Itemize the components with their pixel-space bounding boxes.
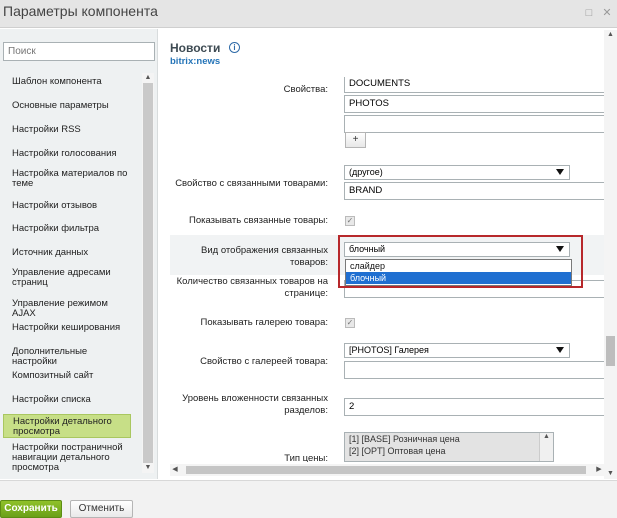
- price-types-scrollbar[interactable]: ▲: [539, 433, 553, 461]
- gallery-prop-input[interactable]: [344, 361, 606, 379]
- related-prop-select[interactable]: (другое): [344, 165, 570, 180]
- sidebar-item-detail[interactable]: Настройки детального просмотра: [3, 414, 131, 438]
- related-view-dropdown[interactable]: слайдер блочный: [345, 259, 572, 286]
- properties-label: Свойства:: [283, 84, 328, 95]
- scroll-down-arrow-icon[interactable]: ▼: [142, 463, 154, 473]
- sidebar-list: Шаблон компонента Основные параметры Нас…: [3, 73, 141, 473]
- related-view-label: Вид отображения связанных товаров:: [201, 245, 328, 268]
- gallery-prop-label: Свойство с галереей товара:: [200, 356, 328, 367]
- sidebar-item-additional[interactable]: Дополнительные настройки: [3, 347, 131, 367]
- properties-field-3[interactable]: [344, 115, 606, 133]
- save-button[interactable]: Сохранить: [0, 500, 62, 518]
- sidebar-item-reviews[interactable]: Настройки отзывов: [3, 201, 131, 211]
- depth-input[interactable]: 2: [344, 398, 606, 416]
- sidebar-item-main-params[interactable]: Основные параметры: [3, 101, 131, 111]
- show-gallery-checkbox[interactable]: ✓: [345, 318, 355, 328]
- horizontal-scroll-thumb[interactable]: [186, 466, 586, 474]
- related-count-label: Количество связанных товаров на странице…: [176, 276, 328, 299]
- sidebar-item-voting[interactable]: Настройки голосования: [3, 149, 131, 159]
- sidebar-item-detail-pagination[interactable]: Настройки постраничной навигации детальн…: [3, 443, 131, 473]
- related-prop-select-value: (другое): [349, 167, 383, 177]
- horizontal-scrollbar[interactable]: ◀ ▶: [170, 464, 604, 476]
- sidebar-item-related-materials[interactable]: Настройка материалов по теме: [3, 169, 131, 189]
- price-types-select[interactable]: [1] [BASE] Розничная цена [2] [OPT] Опто…: [344, 432, 554, 462]
- show-related-label: Показывать связанные товары:: [188, 215, 328, 226]
- depth-label: Уровень вложенности связанных разделов:: [182, 393, 328, 416]
- price-type-option[interactable]: [1] [BASE] Розничная цена: [345, 433, 553, 445]
- sidebar-item-template[interactable]: Шаблон компонента: [3, 77, 131, 87]
- info-icon[interactable]: i: [229, 42, 240, 53]
- add-property-button[interactable]: +: [345, 132, 366, 148]
- dropdown-option-block[interactable]: блочный: [346, 272, 571, 284]
- chevron-down-icon: [556, 347, 564, 353]
- sidebar-item-composite[interactable]: Композитный сайт: [3, 371, 131, 381]
- show-related-checkbox[interactable]: ✓: [345, 216, 355, 226]
- gallery-prop-select[interactable]: [PHOTOS] Галерея: [344, 343, 570, 358]
- sidebar-item-filter[interactable]: Настройки фильтра: [3, 224, 131, 234]
- sidebar-item-rss[interactable]: Настройки RSS: [3, 125, 131, 135]
- sidebar-scroll-thumb[interactable]: [143, 83, 153, 463]
- dialog-footer: Сохранить Отменить: [0, 480, 617, 518]
- sidebar-item-cache[interactable]: Настройки кеширования: [3, 323, 131, 333]
- component-code: bitrix:news: [170, 56, 221, 67]
- search-field[interactable]: [3, 42, 155, 61]
- chevron-down-icon: [556, 169, 564, 175]
- sidebar-scrollbar[interactable]: ▲ ▼: [142, 73, 154, 473]
- scroll-right-arrow-icon[interactable]: ▶: [594, 464, 604, 476]
- maximize-icon[interactable]: □: [583, 7, 595, 19]
- related-prop-input[interactable]: BRAND: [344, 182, 606, 200]
- window-titlebar: Параметры компонента □ ✕: [0, 0, 617, 28]
- sidebar: Шаблон компонента Основные параметры Нас…: [0, 29, 158, 479]
- main-scrollbar[interactable]: ▲ ▼: [604, 30, 617, 479]
- scroll-left-arrow-icon[interactable]: ◀: [170, 464, 180, 476]
- related-prop-label: Свойство с связанными товарами:: [175, 178, 328, 189]
- cancel-button[interactable]: Отменить: [70, 500, 133, 518]
- window-title: Параметры компонента: [3, 3, 158, 19]
- component-title: Новости: [170, 41, 221, 55]
- price-type-option[interactable]: [2] [OPT] Оптовая цена: [345, 445, 553, 457]
- scroll-up-arrow-icon[interactable]: ▲: [604, 30, 617, 40]
- scroll-up-arrow-icon[interactable]: ▲: [142, 73, 154, 83]
- close-icon[interactable]: ✕: [601, 7, 613, 19]
- main-scroll-thumb[interactable]: [606, 336, 615, 366]
- properties-field-2[interactable]: PHOTOS: [344, 95, 606, 113]
- sidebar-item-url-management[interactable]: Управление адресами страниц: [3, 268, 131, 288]
- price-types-label: Тип цены:: [284, 453, 328, 462]
- gallery-prop-select-value: [PHOTOS] Галерея: [349, 345, 429, 355]
- sidebar-item-ajax[interactable]: Управление режимом AJAX: [3, 299, 131, 319]
- scroll-down-arrow-icon[interactable]: ▼: [604, 469, 617, 479]
- sidebar-item-data-source[interactable]: Источник данных: [3, 248, 131, 258]
- properties-field-1[interactable]: DOCUMENTS: [344, 77, 606, 93]
- search-input[interactable]: [4, 43, 154, 60]
- sidebar-item-list[interactable]: Настройки списка: [3, 395, 131, 405]
- show-gallery-label: Показывать галерею товара:: [200, 317, 328, 328]
- dropdown-option-slider[interactable]: слайдер: [346, 260, 571, 272]
